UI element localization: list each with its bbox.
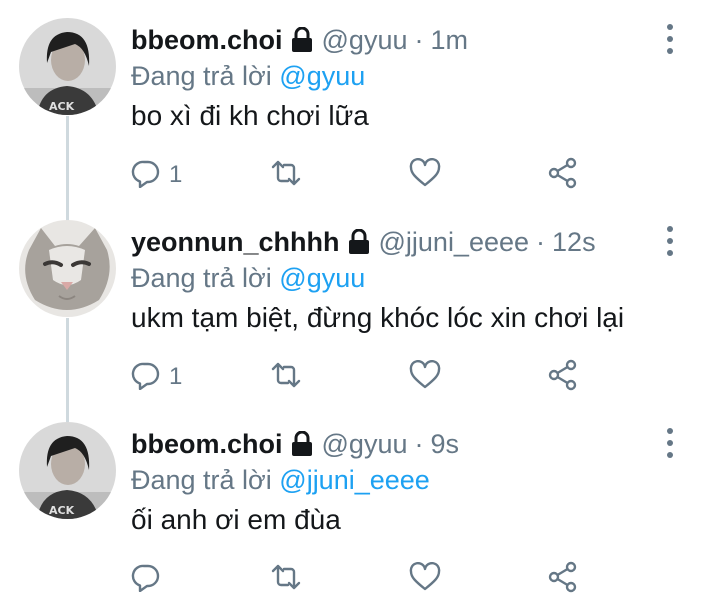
svg-text:ACK: ACK: [49, 100, 75, 113]
like-button[interactable]: [409, 155, 441, 195]
reply-prefix: Đang trả lời: [131, 263, 272, 293]
share-button[interactable]: [547, 357, 579, 397]
display-name[interactable]: bbeom.choi: [131, 429, 283, 460]
lock-icon: [347, 229, 371, 255]
replying-to: Đang trả lời @jjuni_eeee: [131, 465, 430, 496]
lock-icon: [290, 431, 314, 457]
handle[interactable]: @jjuni_eeee: [379, 227, 530, 258]
mention-link[interactable]: @jjuni_eeee: [279, 465, 430, 495]
like-button[interactable]: [409, 357, 441, 397]
tweet-header: yeonnun_chhhh @jjuni_eeee · 12s: [131, 225, 596, 259]
avatar[interactable]: ACK: [19, 18, 116, 115]
svg-text:ACK: ACK: [49, 504, 75, 517]
like-button[interactable]: [409, 559, 441, 599]
replying-to: Đang trả lời @gyuu: [131, 61, 365, 92]
more-vertical-icon[interactable]: [660, 428, 680, 458]
action-bar: 1: [131, 357, 591, 397]
tweet[interactable]: ACK bbeom.choi @gyuu · 9s Đang trả lời @…: [0, 404, 720, 606]
reply-button[interactable]: 1: [131, 155, 182, 195]
timestamp: 1m: [430, 24, 468, 55]
reply-icon: [131, 158, 161, 193]
heart-icon: [409, 359, 441, 395]
retweet-button[interactable]: [269, 559, 303, 599]
tweet-header: bbeom.choi @gyuu · 9s: [131, 427, 459, 461]
share-button[interactable]: [547, 559, 579, 599]
timestamp: 9s: [430, 428, 460, 459]
retweet-button[interactable]: [269, 155, 303, 195]
reply-button[interactable]: 1: [131, 357, 182, 397]
reply-button[interactable]: [131, 559, 169, 599]
action-bar: 1: [131, 155, 591, 195]
share-button[interactable]: [547, 155, 579, 195]
replying-to: Đang trả lời @gyuu: [131, 263, 365, 294]
reply-icon: [131, 562, 161, 597]
retweet-icon: [269, 562, 303, 597]
avatar[interactable]: [19, 220, 116, 317]
tweet-text: bo xì đi kh chơi lữa: [131, 100, 369, 131]
action-bar: [131, 559, 591, 599]
handle[interactable]: @gyuu: [322, 429, 408, 460]
reply-count: 1: [169, 161, 183, 188]
heart-icon: [409, 157, 441, 193]
tweet-text: ukm tạm biệt, đừng khóc lóc xin chơi lại: [131, 302, 625, 333]
share-icon: [547, 359, 579, 396]
mention-link[interactable]: @gyuu: [279, 263, 365, 293]
lock-icon: [290, 27, 314, 53]
display-name[interactable]: yeonnun_chhhh: [131, 227, 340, 258]
tweet[interactable]: ACK bbeom.choi @gyuu · 1m Đang trả lời @…: [0, 0, 720, 202]
separator: ·: [536, 226, 546, 257]
timestamp: 12s: [552, 226, 596, 257]
reply-icon: [131, 360, 161, 395]
share-icon: [547, 561, 579, 598]
handle[interactable]: @gyuu: [322, 25, 408, 56]
reply-prefix: Đang trả lời: [131, 61, 272, 91]
separator: ·: [414, 428, 424, 459]
reply-prefix: Đang trả lời: [131, 465, 272, 495]
retweet-icon: [269, 158, 303, 193]
heart-icon: [409, 561, 441, 597]
mention-link[interactable]: @gyuu: [279, 61, 365, 91]
separator: ·: [414, 24, 424, 55]
display-name[interactable]: bbeom.choi: [131, 25, 283, 56]
tweet-text: ối anh ơi em đùa: [131, 504, 341, 535]
retweet-button[interactable]: [269, 357, 303, 397]
more-vertical-icon[interactable]: [660, 226, 680, 256]
avatar[interactable]: ACK: [19, 422, 116, 519]
reply-count: 1: [169, 363, 183, 390]
tweet[interactable]: yeonnun_chhhh @jjuni_eeee · 12s Đang trả…: [0, 202, 720, 404]
retweet-icon: [269, 360, 303, 395]
tweet-header: bbeom.choi @gyuu · 1m: [131, 23, 468, 57]
share-icon: [547, 157, 579, 194]
more-vertical-icon[interactable]: [660, 24, 680, 54]
